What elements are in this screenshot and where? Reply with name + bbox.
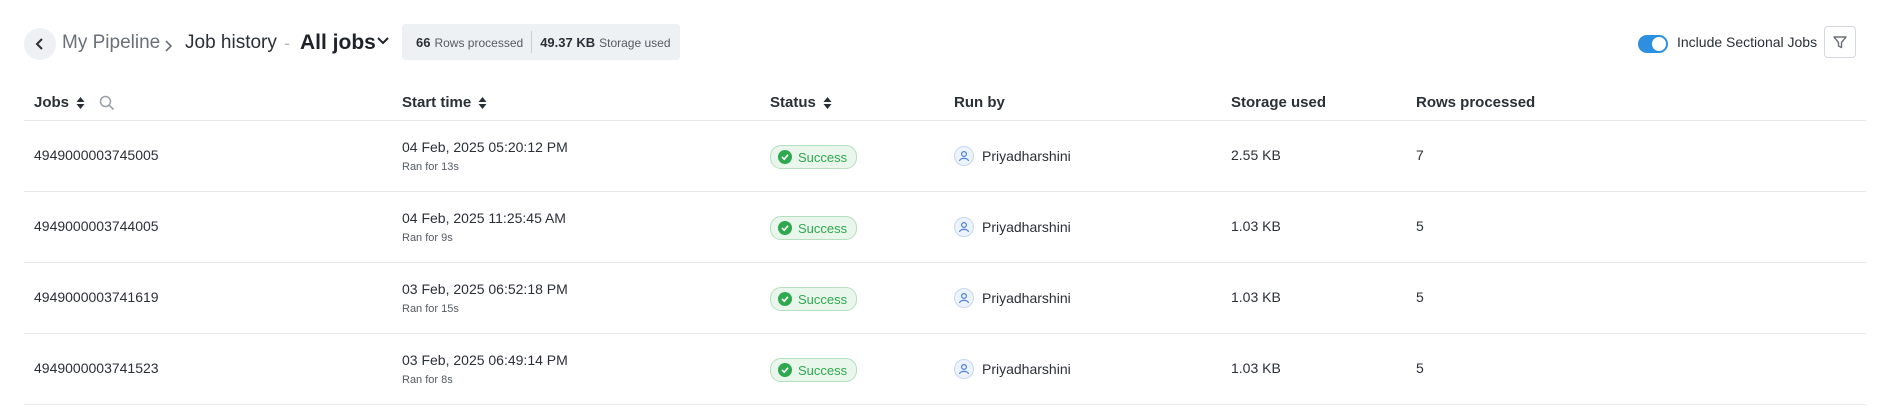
chevron-left-icon — [35, 38, 43, 50]
status-label: Success — [798, 220, 848, 236]
storage-used-value: 49.37 KB — [540, 34, 596, 50]
run-by-name: Priyadharshini — [982, 148, 1071, 164]
job-id-link[interactable]: 4949000003741619 — [34, 289, 159, 305]
back-button[interactable] — [24, 28, 56, 60]
status-badge: Success — [770, 145, 858, 169]
run-by-name: Priyadharshini — [982, 219, 1071, 235]
breadcrumb-pipeline-link[interactable]: My Pipeline — [62, 30, 160, 56]
user-avatar-icon — [954, 217, 974, 237]
start-time-value: 03 Feb, 2025 06:49:14 PM — [402, 352, 568, 368]
filter-button[interactable] — [1824, 26, 1856, 58]
stats-summary: 66 Rows processed 49.37 KB Storage used — [402, 24, 680, 60]
status-badge: Success — [770, 287, 858, 311]
status-label: Success — [798, 149, 848, 165]
user-avatar-icon — [954, 288, 974, 308]
job-view-dropdown[interactable]: All jobs — [300, 30, 376, 56]
rows-processed-stat: 66 Rows processed — [402, 35, 531, 50]
check-circle-icon — [778, 150, 792, 164]
table-header: Jobs Start time Status Run by Storage us… — [24, 86, 1866, 121]
check-circle-icon — [778, 221, 792, 235]
job-id-link[interactable]: 4949000003744005 — [34, 218, 159, 234]
start-time-value: 04 Feb, 2025 05:20:12 PM — [402, 139, 568, 155]
table-row[interactable]: 4949000003741619 03 Feb, 2025 06:52:18 P… — [24, 263, 1866, 334]
status-cell: Success — [770, 358, 858, 382]
storage-used-stat: 49.37 KB Storage used — [532, 35, 678, 50]
run-by-name: Priyadharshini — [982, 361, 1071, 377]
column-header-status: Status — [770, 86, 832, 120]
table-row[interactable]: 4949000003744005 04 Feb, 2025 11:25:45 A… — [24, 192, 1866, 263]
column-label-status: Status — [770, 94, 816, 111]
run-by-name: Priyadharshini — [982, 290, 1071, 306]
duration-value: Ran for 8s — [402, 374, 453, 386]
toggle-knob — [1652, 37, 1666, 51]
status-badge: Success — [770, 216, 858, 240]
rows-processed-cell: 5 — [1416, 218, 1424, 234]
chevron-down-icon[interactable] — [376, 34, 390, 48]
column-label-storage-used: Storage used — [1231, 94, 1327, 111]
status-cell: Success — [770, 287, 858, 311]
storage-used-cell: 2.55 KB — [1231, 147, 1281, 163]
start-time-cell: 04 Feb, 2025 11:25:45 AM Ran for 9s — [402, 210, 566, 244]
storage-used-cell: 1.03 KB — [1231, 289, 1281, 305]
breadcrumb-job-history-link[interactable]: Job history — [185, 30, 277, 56]
duration-value: Ran for 9s — [402, 232, 453, 244]
storage-used-label: Storage used — [599, 35, 671, 50]
run-by-cell[interactable]: Priyadharshini — [954, 217, 1071, 237]
rows-processed-cell: 7 — [1416, 147, 1424, 163]
jobs-table: Jobs Start time Status Run by Storage us… — [24, 86, 1866, 405]
status-label: Success — [798, 291, 848, 307]
start-time-value: 03 Feb, 2025 06:52:18 PM — [402, 281, 568, 297]
sort-icon[interactable] — [76, 96, 85, 110]
start-time-value: 04 Feb, 2025 11:25:45 AM — [402, 210, 566, 226]
status-badge: Success — [770, 358, 858, 382]
include-sectional-jobs-toggle[interactable] — [1638, 35, 1668, 53]
rows-processed-value: 66 — [416, 34, 431, 50]
column-label-start-time: Start time — [402, 94, 472, 111]
table-row[interactable]: 4949000003745005 04 Feb, 2025 05:20:12 P… — [24, 121, 1866, 192]
start-time-cell: 03 Feb, 2025 06:49:14 PM Ran for 8s — [402, 352, 568, 386]
column-label-jobs: Jobs — [34, 94, 70, 111]
run-by-cell[interactable]: Priyadharshini — [954, 359, 1071, 379]
column-label-run-by: Run by — [954, 94, 1005, 111]
column-label-rows-processed: Rows processed — [1416, 94, 1536, 111]
page-header: My Pipeline Job history - All jobs 66 Row… — [0, 0, 1880, 86]
column-header-storage-used: Storage used — [1231, 86, 1326, 120]
sort-icon[interactable] — [823, 96, 832, 110]
table-row[interactable]: 4949000003741523 03 Feb, 2025 06:49:14 P… — [24, 334, 1866, 405]
user-avatar-icon — [954, 146, 974, 166]
run-by-cell[interactable]: Priyadharshini — [954, 146, 1071, 166]
check-circle-icon — [778, 292, 792, 306]
job-id-link[interactable]: 4949000003741523 — [34, 360, 159, 376]
breadcrumb-separator: - — [284, 33, 290, 53]
storage-used-cell: 1.03 KB — [1231, 218, 1281, 234]
rows-processed-label: Rows processed — [434, 35, 524, 50]
job-id-link[interactable]: 4949000003745005 — [34, 147, 159, 163]
status-cell: Success — [770, 145, 858, 169]
duration-value: Ran for 15s — [402, 303, 459, 315]
column-header-rows-processed: Rows processed — [1416, 86, 1535, 120]
status-label: Success — [798, 362, 848, 378]
storage-used-cell: 1.03 KB — [1231, 360, 1281, 376]
sort-icon[interactable] — [478, 96, 487, 110]
duration-value: Ran for 13s — [402, 161, 459, 173]
start-time-cell: 03 Feb, 2025 06:52:18 PM Ran for 15s — [402, 281, 568, 315]
run-by-cell[interactable]: Priyadharshini — [954, 288, 1071, 308]
column-header-start-time: Start time — [402, 86, 487, 120]
check-circle-icon — [778, 363, 792, 377]
status-cell: Success — [770, 216, 858, 240]
chevron-right-icon — [165, 40, 173, 52]
filter-icon — [1833, 36, 1847, 49]
user-avatar-icon — [954, 359, 974, 379]
search-icon[interactable] — [99, 95, 115, 111]
rows-processed-cell: 5 — [1416, 289, 1424, 305]
rows-processed-cell: 5 — [1416, 360, 1424, 376]
column-header-run-by: Run by — [954, 86, 1005, 120]
include-sectional-jobs-label: Include Sectional Jobs — [1677, 34, 1818, 50]
start-time-cell: 04 Feb, 2025 05:20:12 PM Ran for 13s — [402, 139, 568, 173]
column-header-jobs: Jobs — [34, 86, 115, 120]
